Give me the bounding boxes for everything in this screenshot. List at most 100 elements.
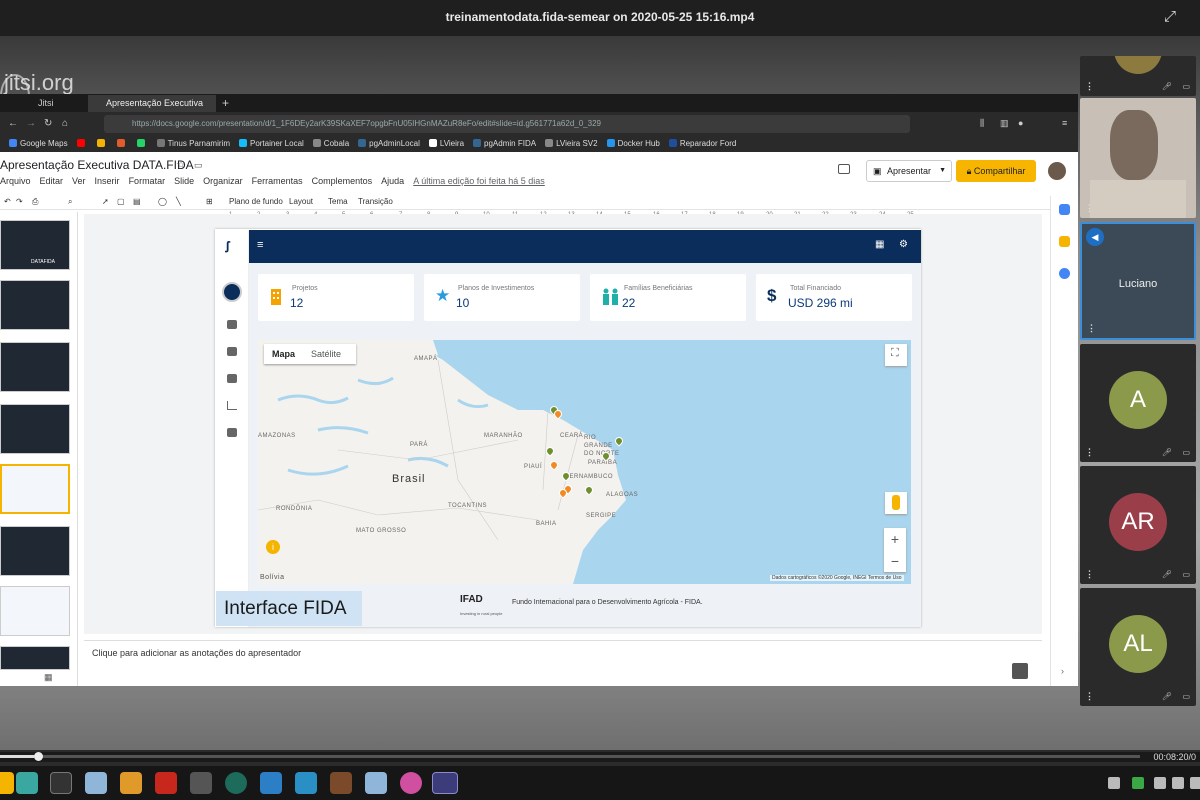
more-options-icon[interactable]: ⋮ xyxy=(1085,81,1094,92)
dashboard-icon[interactable] xyxy=(227,320,237,329)
browser-icon[interactable] xyxy=(400,772,422,794)
bluetooth-icon[interactable] xyxy=(1108,777,1120,789)
tasks-icon[interactable] xyxy=(1059,268,1070,279)
menu-item[interactable]: Slide xyxy=(174,176,194,186)
more-options-icon[interactable]: ⋮ xyxy=(1085,569,1094,580)
browser-tab-slides[interactable]: Apresentação Executiva DA × xyxy=(88,95,216,125)
present-button[interactable]: ▣ Apresentar ▼ xyxy=(866,160,952,182)
bookmark-item[interactable]: Google Maps xyxy=(9,136,68,152)
settings-icon[interactable] xyxy=(227,428,237,437)
background-button[interactable]: Plano de fundo xyxy=(229,197,283,206)
participant-tile-camera[interactable]: ⋮ xyxy=(1080,98,1196,218)
calendar-icon[interactable] xyxy=(227,374,237,383)
map-attribution[interactable]: Dados cartográficos ©2020 Google, INEGI … xyxy=(770,575,904,581)
map-type-map[interactable]: Mapa xyxy=(264,344,303,364)
gitkraken-icon[interactable] xyxy=(225,772,247,794)
more-options-icon[interactable]: ⋮ xyxy=(1085,447,1094,458)
files-icon[interactable] xyxy=(16,772,38,794)
seek-track[interactable] xyxy=(0,755,1140,758)
speaker-notes[interactable]: Clique para adicionar as anotações do ap… xyxy=(84,640,1042,686)
terminal-icon[interactable] xyxy=(50,772,72,794)
bookmark-item[interactable]: LVieira xyxy=(428,136,464,152)
transition-button[interactable]: Transição xyxy=(358,197,393,206)
bookmark-item[interactable] xyxy=(96,136,108,152)
comment-icon[interactable] xyxy=(838,164,850,174)
menu-item[interactable]: Inserir xyxy=(95,176,120,186)
stat-card-investment-plans[interactable]: ★ Planos de Investimentos 10 xyxy=(424,274,580,321)
calendar-icon[interactable]: ▦ xyxy=(875,239,884,250)
app-launcher-icon[interactable] xyxy=(0,772,14,794)
slide-thumbnail[interactable]: DATAFIDA xyxy=(0,220,70,270)
bookmark-item[interactable] xyxy=(136,136,148,152)
participant-tile[interactable]: ⋮ 🎤︎ ▭ xyxy=(1080,56,1196,96)
url-input[interactable]: https://docs.google.com/presentation/d/1… xyxy=(104,115,910,133)
slide-thumbnail[interactable] xyxy=(0,404,70,454)
menu-item[interactable]: Arquivo xyxy=(0,176,31,186)
slide-thumbnail[interactable] xyxy=(0,586,70,636)
zoom-icon[interactable]: ⌕ xyxy=(68,197,72,207)
participant-tile[interactable]: AL ⋮ 🎤︎ ▭ xyxy=(1080,588,1196,706)
select-tool-icon[interactable]: ➚ xyxy=(102,197,109,206)
forward-icon[interactable]: → xyxy=(26,118,36,129)
bookmark-item[interactable]: Cobala xyxy=(312,136,349,152)
chevron-right-icon[interactable]: › xyxy=(1061,666,1064,676)
back-icon[interactable]: ← xyxy=(8,118,18,129)
bookmark-item[interactable]: pgAdmin FIDA xyxy=(473,136,536,152)
slide-thumbnail[interactable] xyxy=(0,646,70,670)
menu-item[interactable]: Ver xyxy=(72,176,86,186)
zoom-out-button[interactable]: − xyxy=(884,550,906,572)
virtualbox-icon[interactable] xyxy=(85,772,107,794)
more-options-icon[interactable]: ⋮ xyxy=(1087,323,1096,334)
bookmark-item[interactable] xyxy=(116,136,128,152)
reload-icon[interactable]: ↻ xyxy=(44,118,52,129)
slide-thumbnail[interactable] xyxy=(0,342,70,392)
menu-item[interactable]: Complementos xyxy=(312,176,373,186)
bookmark-item[interactable]: Tinus Parnamirim xyxy=(156,136,230,152)
sidebar-icon[interactable]: ▥ xyxy=(1000,118,1009,129)
calculator-icon[interactable] xyxy=(190,772,212,794)
shape-tool-icon[interactable]: ◯ xyxy=(158,197,167,206)
map[interactable]: AMAPÁ AMAZONAS PARÁ MARANHÃO CEARÁ RIO G… xyxy=(258,340,911,584)
library-icon[interactable]: ⫼ xyxy=(980,118,984,129)
settings-icon[interactable]: ⚙ xyxy=(899,239,908,250)
user-avatar[interactable] xyxy=(222,282,242,302)
network-icon[interactable] xyxy=(1172,777,1184,789)
user-avatar[interactable] xyxy=(1048,162,1066,180)
map-type-satellite[interactable]: Satélite xyxy=(303,344,349,364)
calendar-icon[interactable] xyxy=(1059,204,1070,215)
layout-button[interactable]: Layout xyxy=(289,197,313,206)
menu-icon[interactable]: ≡ xyxy=(1062,118,1067,128)
monitor-icon[interactable] xyxy=(295,772,317,794)
folder-icon[interactable]: ▭ xyxy=(194,160,203,171)
undo-icon[interactable]: ↶ xyxy=(4,197,11,206)
menu-item[interactable]: Ferramentas xyxy=(252,176,303,186)
chart-icon[interactable] xyxy=(227,401,237,410)
slide-thumbnail[interactable] xyxy=(0,526,70,576)
app-icon[interactable] xyxy=(330,772,352,794)
participant-tile[interactable]: A ⋮ 🎤︎ ▭ xyxy=(1080,344,1196,462)
textbox-tool-icon[interactable]: ▢ xyxy=(117,197,125,206)
line-tool-icon[interactable]: ╲ xyxy=(176,197,181,206)
stat-card-total-financed[interactable]: $ Total Financiado USD 296 mi xyxy=(756,274,912,321)
theme-button[interactable]: Tema xyxy=(328,197,348,206)
redo-icon[interactable]: ↷ xyxy=(16,197,23,206)
participant-tile-luciano[interactable]: ◀ Luciano ⋮ xyxy=(1080,222,1196,340)
shield-icon[interactable] xyxy=(1132,777,1144,789)
app-icon[interactable] xyxy=(260,772,282,794)
image-tool-icon[interactable]: ▤ xyxy=(133,197,141,206)
menu-item[interactable]: Ajuda xyxy=(381,176,404,186)
stat-card-projects[interactable]: Projetos 12 xyxy=(258,274,414,321)
clipboard-icon[interactable] xyxy=(1154,777,1166,789)
account-icon[interactable]: ● xyxy=(1018,118,1023,128)
bookmark-item[interactable]: Docker Hub xyxy=(606,136,660,152)
menu-item[interactable]: Editar xyxy=(40,176,64,186)
home-icon[interactable]: ⌂ xyxy=(62,118,68,129)
last-edit-link[interactable]: A última edição foi feita há 5 dias xyxy=(413,176,545,186)
hamburger-icon[interactable]: ≡ xyxy=(257,239,263,251)
add-comment-icon[interactable]: ⊞ xyxy=(206,197,213,206)
map-fullscreen-button[interactable]: ⛶ xyxy=(885,344,907,366)
more-options-icon[interactable]: ⋮ xyxy=(1085,203,1094,214)
filezilla-icon[interactable] xyxy=(155,772,177,794)
street-view-button[interactable] xyxy=(885,492,907,514)
zoom-in-button[interactable]: + xyxy=(884,528,906,550)
